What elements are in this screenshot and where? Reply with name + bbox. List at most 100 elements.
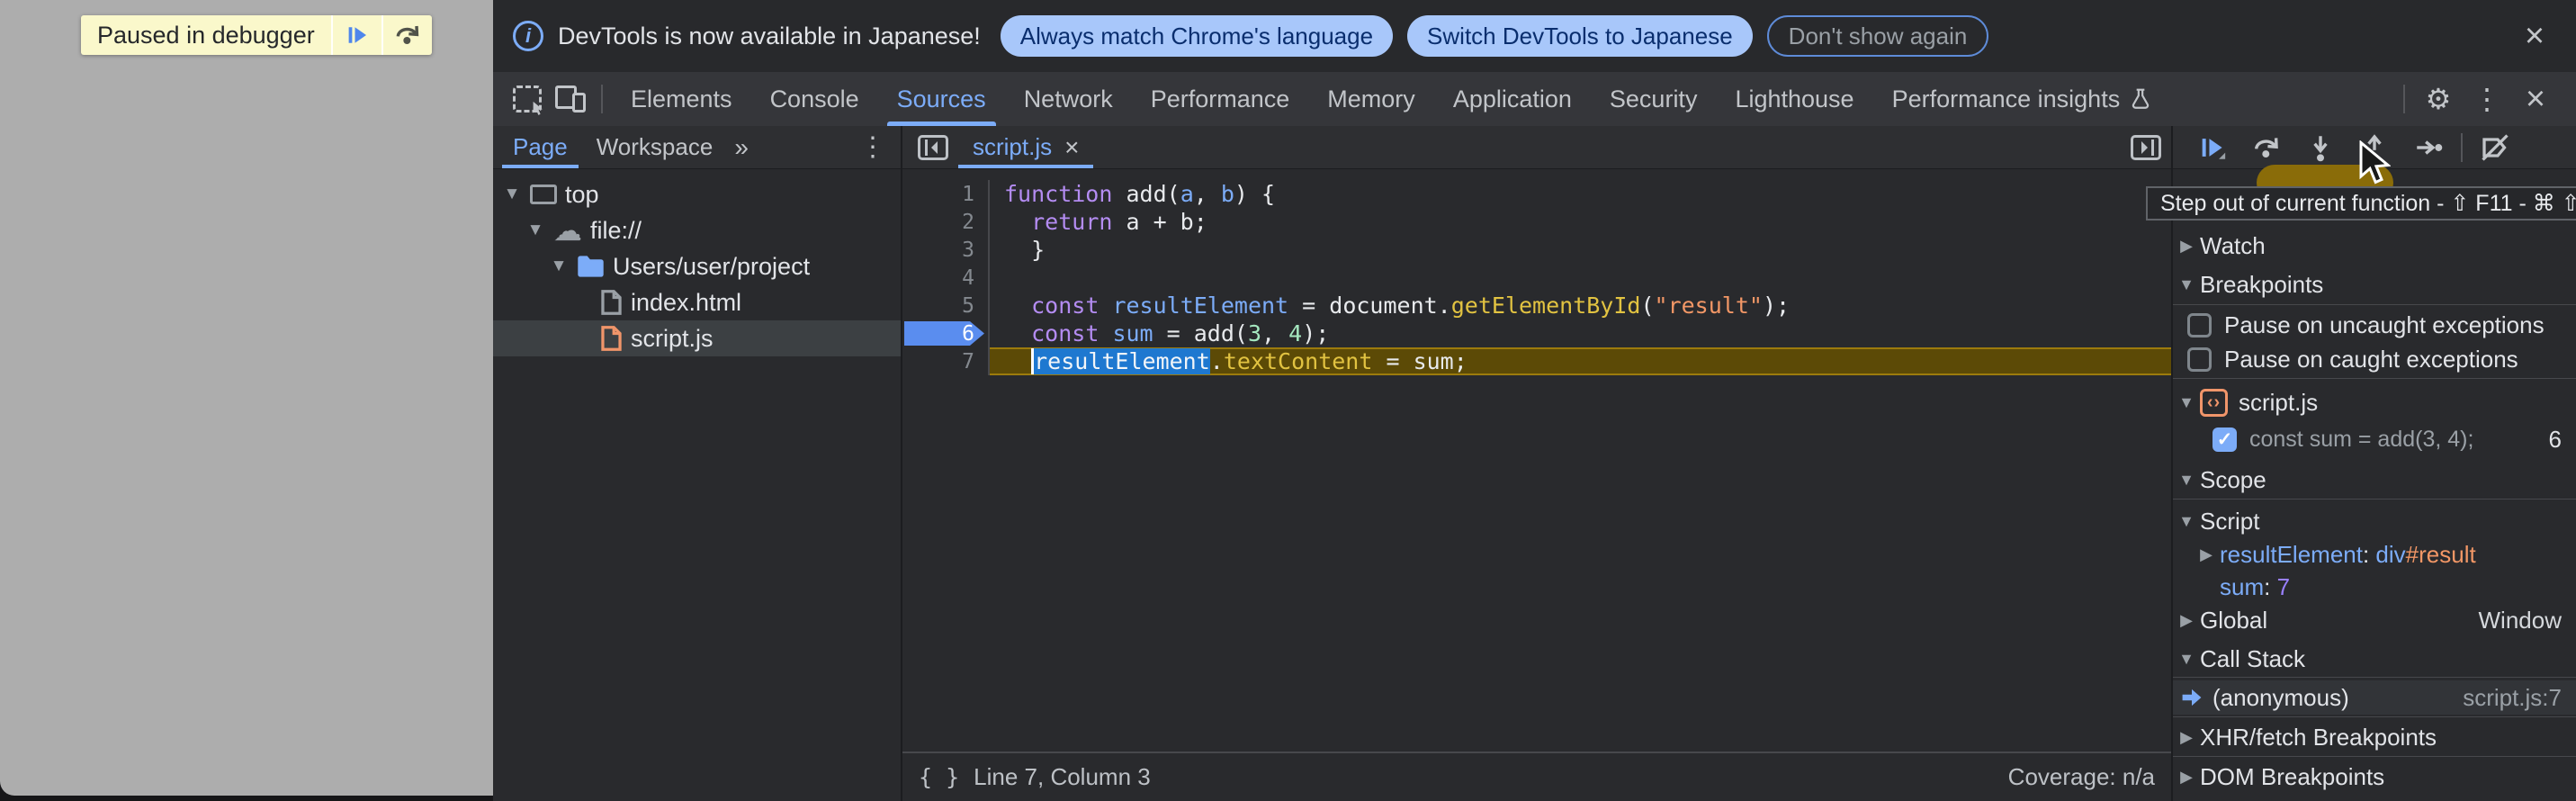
dont-show-again-button[interactable]: Don't show again (1767, 15, 1989, 57)
close-devtools-icon[interactable]: × (2511, 80, 2560, 119)
breakpoint-group-scriptjs[interactable]: ▼ ‹› script.js (2173, 383, 2576, 421)
section-breakpoints[interactable]: ▼ Breakpoints (2173, 265, 2576, 304)
scope-script-row[interactable]: ▼ Script (2173, 504, 2576, 538)
breakpoint-file-label: script.js (2239, 389, 2318, 417)
kebab-menu-icon[interactable]: ⋮ (2463, 82, 2511, 116)
resume-button[interactable] (2186, 126, 2239, 169)
breakpoint-checkbox[interactable]: ✓ (2212, 428, 2237, 452)
section-dom-breakpoints[interactable]: ▶ DOM Breakpoints (2173, 758, 2576, 796)
tab-page[interactable]: Page (498, 126, 582, 168)
step-into-icon (2305, 132, 2336, 163)
cursor-position: Line 7, Column 3 (974, 763, 1151, 791)
tree-item-label: index.html (631, 289, 741, 317)
code-line-7[interactable]: 7 resultElement.textContent = sum; (902, 347, 2171, 375)
tab-performance[interactable]: Performance (1132, 72, 1309, 126)
code-line-1[interactable]: 1function add(a, b) { (902, 180, 2171, 208)
step-icon (2413, 132, 2444, 163)
hide-debugger-sidebar-button[interactable] (2123, 126, 2169, 169)
paused-banner-label: Paused in debugger (81, 15, 331, 55)
tab-console[interactable]: Console (751, 72, 878, 126)
pause-caught-row[interactable]: Pause on caught exceptions (2173, 342, 2576, 376)
tree-item-script-js[interactable]: script.js (493, 320, 901, 356)
tab-security[interactable]: Security (1591, 72, 1717, 126)
switch-to-japanese-button[interactable]: Switch DevTools to Japanese (1407, 15, 1753, 57)
line-number[interactable]: 7 (902, 347, 990, 375)
file-tree: ▼top▼☁file://▼Users/user/project index.ht… (493, 169, 901, 356)
breakpoint-line-number: 6 (2549, 426, 2576, 454)
pause-uncaught-checkbox[interactable] (2187, 313, 2212, 338)
navigator-header: Page Workspace » ⋮ (493, 126, 901, 169)
scope-global-value: Window (2479, 607, 2576, 634)
tab-memory[interactable]: Memory (1308, 72, 1434, 126)
tab-elements[interactable]: Elements (612, 72, 751, 126)
always-match-language-button[interactable]: Always match Chrome's language (1001, 15, 1393, 57)
tab-network[interactable]: Network (1005, 72, 1132, 126)
expander-icon[interactable]: ▼ (525, 220, 545, 240)
step-button[interactable] (2401, 126, 2455, 169)
var-value-id: #result (2406, 541, 2476, 569)
tab-workspace[interactable]: Workspace (582, 126, 728, 168)
section-watch[interactable]: ▶ Watch (2173, 227, 2576, 265)
close-tab-icon[interactable]: × (1064, 133, 1079, 162)
breakpoint-marker[interactable]: 6 (902, 320, 990, 347)
expander-icon[interactable]: ▼ (502, 184, 522, 204)
resume-script-button[interactable] (331, 15, 381, 55)
scope-var-resultElement[interactable]: ▶ resultElement : div #result (2173, 538, 2576, 571)
section-call-stack[interactable]: ▼ Call Stack (2173, 641, 2576, 677)
editor-tab-label: script.js (973, 133, 1052, 161)
dom-breakpoints-label: DOM Breakpoints (2200, 763, 2384, 791)
frame-icon (530, 184, 557, 204)
step-out-tooltip: Step out of current function - ⇧ F11 - ⌘… (2146, 186, 2576, 220)
line-number[interactable]: 5 (902, 292, 990, 320)
var-value: 7 (2277, 573, 2290, 601)
scope-var-sum[interactable]: sum : 7 (2173, 571, 2576, 603)
inspect-element-button[interactable] (506, 72, 549, 126)
section-xhr-breakpoints[interactable]: ▶ XHR/fetch Breakpoints (2173, 718, 2576, 756)
inspect-cursor-icon (513, 86, 542, 112)
tab-sources[interactable]: Sources (878, 72, 1005, 126)
section-scope[interactable]: ▼ Scope (2173, 461, 2576, 499)
tree-item-top[interactable]: ▼top (493, 176, 901, 212)
step-into-button[interactable] (2293, 126, 2347, 169)
notice-close-button[interactable]: × (2515, 16, 2554, 56)
notice-bar: i DevTools is now available in Japanese!… (493, 0, 2576, 72)
line-number[interactable]: 4 (902, 264, 990, 292)
tab-lighthouse[interactable]: Lighthouse (1716, 72, 1872, 126)
code-line-5[interactable]: 5 const resultElement = document.getElem… (902, 292, 2171, 320)
expander-icon[interactable]: ▼ (549, 256, 569, 276)
tree-item-file-[interactable]: ▼☁file:// (493, 212, 901, 248)
step-over-button[interactable] (2239, 126, 2293, 169)
tab-application[interactable]: Application (1434, 72, 1591, 126)
more-tabs-chevron-icon[interactable]: » (727, 126, 754, 168)
deactivate-breakpoints-button[interactable] (2468, 126, 2522, 169)
device-toolbar-icon (555, 86, 586, 112)
line-number[interactable]: 1 (902, 180, 990, 208)
editor-tab-scriptjs[interactable]: script.js × (956, 126, 1095, 168)
scope-global-row[interactable]: ▶ Global Window (2173, 603, 2576, 637)
code-line-4[interactable]: 4 (902, 264, 2171, 292)
step-over-button[interactable] (381, 15, 432, 55)
toggle-device-toolbar-button[interactable] (549, 72, 592, 126)
code-editor[interactable]: 1function add(a, b) {2 return a + b;3 }4… (902, 169, 2171, 752)
mouse-cursor (2358, 140, 2391, 190)
navigator-kebab-menu-icon[interactable]: ⋮ (845, 126, 901, 168)
code-line-2[interactable]: 2 return a + b; (902, 208, 2171, 236)
folder-icon (577, 255, 605, 278)
line-number[interactable]: 2 (902, 208, 990, 236)
paused-in-debugger-banner: Paused in debugger (81, 15, 432, 55)
pretty-print-icon[interactable]: { } (919, 764, 959, 790)
pause-uncaught-row[interactable]: Pause on uncaught exceptions (2173, 308, 2576, 342)
tree-item-users-user-project[interactable]: ▼Users/user/project (493, 248, 901, 284)
frame-name: (anonymous) (2212, 684, 2349, 712)
tab-performance-insights[interactable]: Performance insights (1873, 72, 2172, 126)
code-line-3[interactable]: 3 } (902, 236, 2171, 264)
pause-caught-checkbox[interactable] (2187, 347, 2212, 372)
hide-navigator-button[interactable] (910, 126, 956, 168)
breakpoint-entry[interactable]: ✓ const sum = add(3, 4); 6 (2173, 421, 2576, 457)
line-number[interactable]: 3 (902, 236, 990, 264)
code-line-6[interactable]: 6 const sum = add(3, 4); (902, 320, 2171, 347)
settings-gear-icon[interactable]: ⚙ (2414, 82, 2463, 116)
tree-item-index-html[interactable]: index.html (493, 284, 901, 320)
call-stack-frame[interactable]: (anonymous) script.js:7 (2173, 680, 2576, 715)
flask-icon (2129, 86, 2152, 112)
